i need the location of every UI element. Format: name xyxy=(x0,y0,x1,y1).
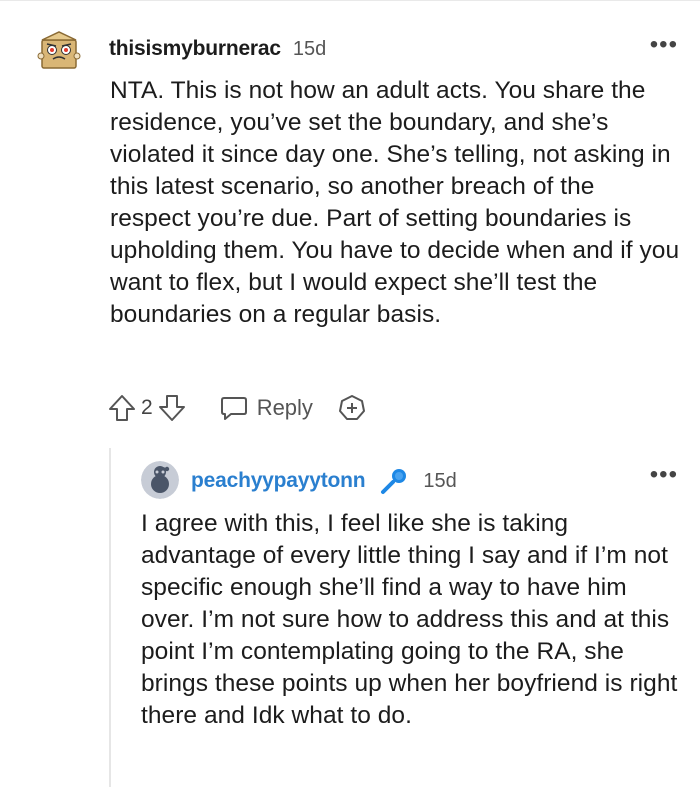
upvote-arrow-icon xyxy=(109,395,135,421)
thread-line[interactable] xyxy=(109,448,111,787)
avatar[interactable] xyxy=(36,26,82,72)
speech-bubble-icon xyxy=(220,397,247,420)
more-options-icon[interactable]: ••• xyxy=(650,33,678,57)
reply-timestamp: 15d xyxy=(423,469,457,492)
snoo-box-avatar-icon xyxy=(36,26,82,72)
username[interactable]: thisismyburnerac xyxy=(109,37,281,61)
vote-count: 2 xyxy=(141,396,153,419)
award-plus-icon xyxy=(338,395,365,420)
reply-button[interactable]: Reply xyxy=(219,393,313,423)
upvote-button[interactable] xyxy=(105,391,139,425)
top-divider xyxy=(0,0,700,1)
reply-header: peachyypayytonn 15d xyxy=(191,466,457,496)
award-button[interactable] xyxy=(337,393,367,423)
reply-more-options-icon[interactable]: ••• xyxy=(650,463,678,487)
microphone-icon xyxy=(379,466,409,496)
reply-label: Reply xyxy=(256,395,313,420)
comment-header: thisismyburnerac 15d xyxy=(109,36,326,62)
comment-actions: 2 Reply xyxy=(105,388,367,428)
reply-avatar[interactable] xyxy=(141,461,179,499)
reply-body: I agree with this, I feel like she is ta… xyxy=(141,510,678,729)
downvote-arrow-icon xyxy=(158,395,185,421)
default-snoo-avatar-icon xyxy=(141,461,179,499)
timestamp: 15d xyxy=(292,37,327,60)
downvote-button[interactable] xyxy=(155,391,189,425)
comment-body: NTA. This is not how an adult acts. You … xyxy=(110,77,680,328)
reply-username[interactable]: peachyypayytonn xyxy=(191,469,366,493)
